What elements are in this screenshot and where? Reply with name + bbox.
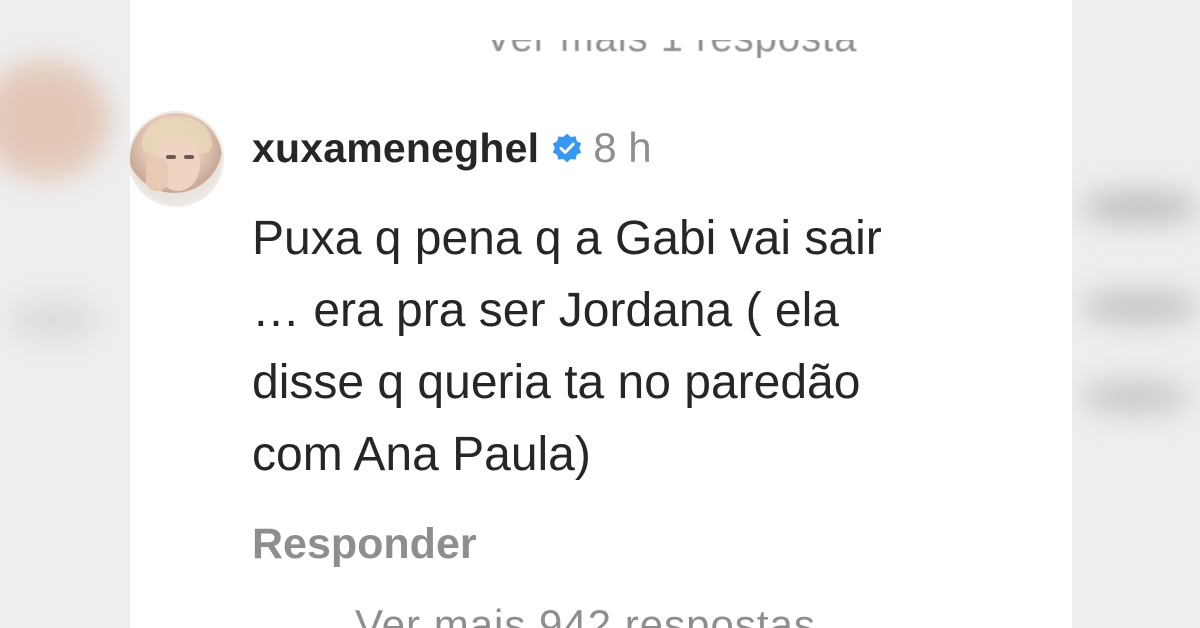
- view-more-replies-bottom[interactable]: Ver mais 942 respostas: [355, 601, 816, 628]
- comment-timestamp: 8 h: [593, 124, 652, 171]
- blurred-background-right: [1070, 0, 1200, 628]
- verified-badge-icon: [553, 133, 582, 163]
- comment-panel: Ver mais 1 resposta xuxameneghel 8 h Pux…: [128, 0, 1072, 628]
- avatar[interactable]: [128, 111, 224, 207]
- comment-header: xuxameneghel 8 h: [252, 120, 652, 176]
- comment-text: Puxa q pena q a Gabi vai sair … era pra …: [252, 203, 1052, 491]
- comment-line: com Ana Paula): [252, 428, 591, 481]
- comment-line: Puxa q pena q a Gabi vai sair: [252, 212, 882, 265]
- screenshot-stage: Ver mais 1 resposta xuxameneghel 8 h Pux…: [0, 0, 1200, 628]
- username[interactable]: xuxameneghel: [252, 125, 539, 172]
- comment-line: disse q queria ta no paredão: [252, 356, 861, 409]
- reply-button[interactable]: Responder: [252, 520, 477, 569]
- blurred-background-left: [0, 0, 132, 628]
- comment-line: … era pra ser Jordana ( ela: [252, 284, 839, 337]
- view-more-replies-top[interactable]: Ver mais 1 resposta: [485, 40, 858, 58]
